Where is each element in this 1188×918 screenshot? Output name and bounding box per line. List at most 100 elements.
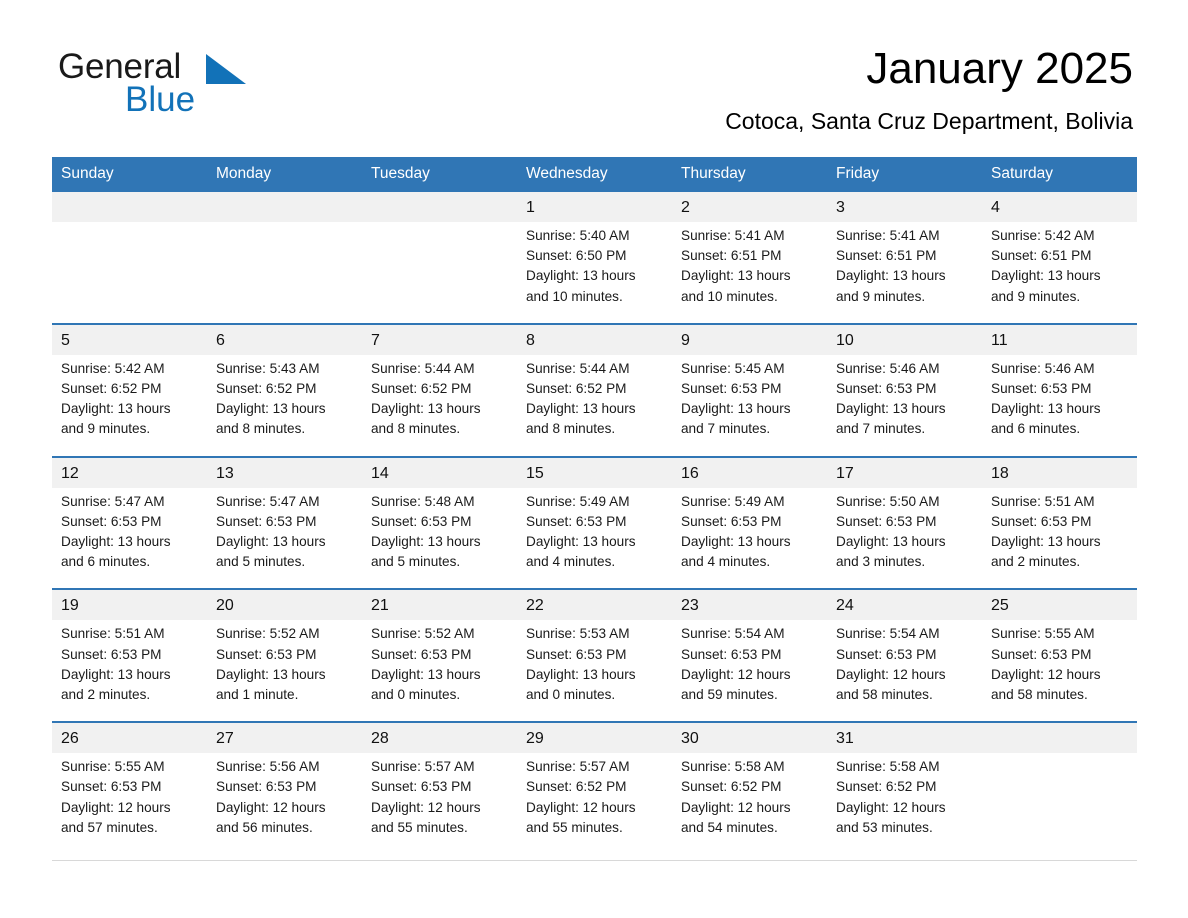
day-sunrise-text: Sunrise: 5:51 AM [991,493,1095,509]
day-cell[interactable]: Sunrise: 5:41 AM Sunset: 6:51 PM Daylight:… [827,222,982,324]
day-number[interactable]: 24 [827,588,982,621]
day-number[interactable]: 29 [517,721,672,754]
day-cell[interactable]: Sunrise: 5:55 AM Sunset: 6:53 PM Daylight:… [52,753,207,862]
day-number[interactable]: 1 [517,192,672,222]
day-number[interactable]: 18 [982,455,1137,488]
day-sunset-text: Sunset: 6:53 PM [836,381,937,397]
day-sunrise-text: Sunrise: 5:41 AM [836,228,940,243]
day-cell[interactable]: Sunrise: 5:57 AM Sunset: 6:52 PM Daylight:… [517,753,672,862]
day-daylight-text: and 6 minutes. [991,421,1081,437]
day-sunset-text: Sunset: 6:53 PM [681,646,782,662]
day-cell[interactable]: Sunrise: 5:57 AM Sunset: 6:53 PM Daylight:… [362,753,517,862]
day-sunrise-text: Sunrise: 5:44 AM [526,360,630,376]
day-daylight-text: Daylight: 13 hours [371,534,481,550]
day-daylight-text: and 59 minutes. [681,687,778,703]
day-number[interactable]: 4 [982,192,1137,222]
day-sunrise-text: Sunrise: 5:47 AM [216,493,320,509]
calendar-week-details: Sunrise: 5:40 AM Sunset: 6:50 PM Daylight:… [52,222,1137,324]
day-cell[interactable]: Sunrise: 5:46 AM Sunset: 6:53 PM Daylight:… [827,354,982,457]
day-number[interactable]: 13 [207,455,362,488]
day-cell[interactable]: Sunrise: 5:42 AM Sunset: 6:51 PM Daylight:… [982,222,1137,324]
day-daylight-text: Daylight: 13 hours [991,534,1101,550]
day-number[interactable]: 16 [672,455,827,488]
day-cell[interactable]: Sunrise: 5:51 AM Sunset: 6:53 PM Daylight:… [982,487,1137,590]
weekday-header-sunday: Sunday [52,157,207,192]
day-number[interactable]: 26 [52,721,207,754]
day-cell[interactable]: Sunrise: 5:52 AM Sunset: 6:53 PM Daylight:… [207,620,362,723]
day-cell[interactable]: Sunrise: 5:41 AM Sunset: 6:51 PM Daylight:… [672,222,827,324]
day-sunset-text: Sunset: 6:53 PM [991,646,1092,662]
day-number[interactable]: 21 [362,588,517,621]
day-number[interactable]: 8 [517,322,672,355]
day-cell[interactable]: Sunrise: 5:46 AM Sunset: 6:53 PM Daylight:… [982,354,1137,457]
day-cell[interactable]: Sunrise: 5:44 AM Sunset: 6:52 PM Daylight:… [517,354,672,457]
day-daylight-text: Daylight: 13 hours [991,401,1101,417]
day-daylight-text: and 3 minutes. [836,554,926,570]
day-cell[interactable]: Sunrise: 5:52 AM Sunset: 6:53 PM Daylight:… [362,620,517,723]
day-number[interactable]: 10 [827,322,982,355]
day-number[interactable]: 15 [517,455,672,488]
day-daylight-text: and 10 minutes. [526,288,623,304]
day-number[interactable]: 28 [362,721,517,754]
day-cell[interactable]: Sunrise: 5:40 AM Sunset: 6:50 PM Daylight:… [517,222,672,324]
day-cell[interactable]: Sunrise: 5:51 AM Sunset: 6:53 PM Daylight:… [52,620,207,723]
day-sunset-text: Sunset: 6:53 PM [526,646,627,662]
generalblue-logo[interactable]: General Blue [58,48,318,119]
day-daylight-text: Daylight: 13 hours [216,401,326,417]
day-daylight-text: and 9 minutes. [836,288,926,304]
day-sunrise-text: Sunrise: 5:58 AM [681,759,785,775]
day-number[interactable]: 11 [982,322,1137,355]
day-sunrise-text: Sunrise: 5:48 AM [371,493,475,509]
day-number[interactable]: 31 [827,721,982,754]
day-sunrise-text: Sunrise: 5:46 AM [836,360,940,376]
day-number[interactable]: 12 [52,455,207,488]
day-cell[interactable]: Sunrise: 5:43 AM Sunset: 6:52 PM Daylight:… [207,354,362,457]
day-daylight-text: and 9 minutes. [991,288,1081,304]
day-number[interactable]: 27 [207,721,362,754]
day-cell[interactable]: Sunrise: 5:45 AM Sunset: 6:53 PM Daylight:… [672,354,827,457]
day-cell[interactable]: Sunrise: 5:44 AM Sunset: 6:52 PM Daylight:… [362,354,517,457]
day-cell[interactable]: Sunrise: 5:58 AM Sunset: 6:52 PM Daylight:… [672,753,827,862]
day-cell[interactable]: Sunrise: 5:47 AM Sunset: 6:53 PM Daylight:… [207,487,362,590]
day-cell[interactable]: Sunrise: 5:53 AM Sunset: 6:53 PM Daylight:… [517,620,672,723]
day-daylight-text: Daylight: 12 hours [61,799,171,815]
day-number[interactable]: 23 [672,588,827,621]
day-number[interactable]: 9 [672,322,827,355]
day-number[interactable]: 6 [207,322,362,355]
calendar-week-details: Sunrise: 5:51 AM Sunset: 6:53 PM Daylight:… [52,620,1137,723]
day-number[interactable]: 17 [827,455,982,488]
day-cell[interactable]: Sunrise: 5:49 AM Sunset: 6:53 PM Daylight:… [517,487,672,590]
day-number[interactable]: 22 [517,588,672,621]
day-number[interactable]: 19 [52,588,207,621]
day-sunset-text: Sunset: 6:50 PM [526,248,627,264]
day-sunrise-text: Sunrise: 5:47 AM [61,493,165,509]
day-cell[interactable]: Sunrise: 5:54 AM Sunset: 6:53 PM Daylight:… [672,620,827,723]
day-number[interactable]: 14 [362,455,517,488]
day-number[interactable]: 2 [672,192,827,222]
day-cell[interactable]: Sunrise: 5:54 AM Sunset: 6:53 PM Daylight:… [827,620,982,723]
day-cell[interactable]: Sunrise: 5:49 AM Sunset: 6:53 PM Daylight:… [672,487,827,590]
day-cell[interactable]: Sunrise: 5:42 AM Sunset: 6:52 PM Daylight:… [52,354,207,457]
day-cell[interactable]: Sunrise: 5:48 AM Sunset: 6:53 PM Daylight:… [362,487,517,590]
day-daylight-text: Daylight: 12 hours [216,799,326,815]
day-sunrise-text: Sunrise: 5:49 AM [681,493,785,509]
day-cell[interactable]: Sunrise: 5:55 AM Sunset: 6:53 PM Daylight:… [982,620,1137,723]
day-cell[interactable]: Sunrise: 5:58 AM Sunset: 6:52 PM Daylight:… [827,753,982,862]
day-cell[interactable]: Sunrise: 5:47 AM Sunset: 6:53 PM Daylight:… [52,487,207,590]
day-daylight-text: Daylight: 13 hours [371,666,481,682]
weekday-header-tuesday: Tuesday [362,157,517,192]
day-number[interactable]: 20 [207,588,362,621]
day-daylight-text: Daylight: 13 hours [836,534,946,550]
day-number[interactable]: 5 [52,322,207,355]
day-sunset-text: Sunset: 6:53 PM [991,381,1092,397]
day-number[interactable]: 7 [362,322,517,355]
day-cell[interactable]: Sunrise: 5:50 AM Sunset: 6:53 PM Daylight:… [827,487,982,590]
day-sunrise-text: Sunrise: 5:52 AM [371,626,475,642]
day-daylight-text: and 9 minutes. [61,421,151,437]
calendar-page: General Blue January 2025 Cotoca, Santa … [0,0,1188,918]
day-sunrise-text: Sunrise: 5:45 AM [681,360,785,376]
day-number[interactable]: 3 [827,192,982,222]
day-number[interactable]: 25 [982,588,1137,621]
day-number[interactable]: 30 [672,721,827,754]
day-cell[interactable]: Sunrise: 5:56 AM Sunset: 6:53 PM Daylight:… [207,753,362,862]
